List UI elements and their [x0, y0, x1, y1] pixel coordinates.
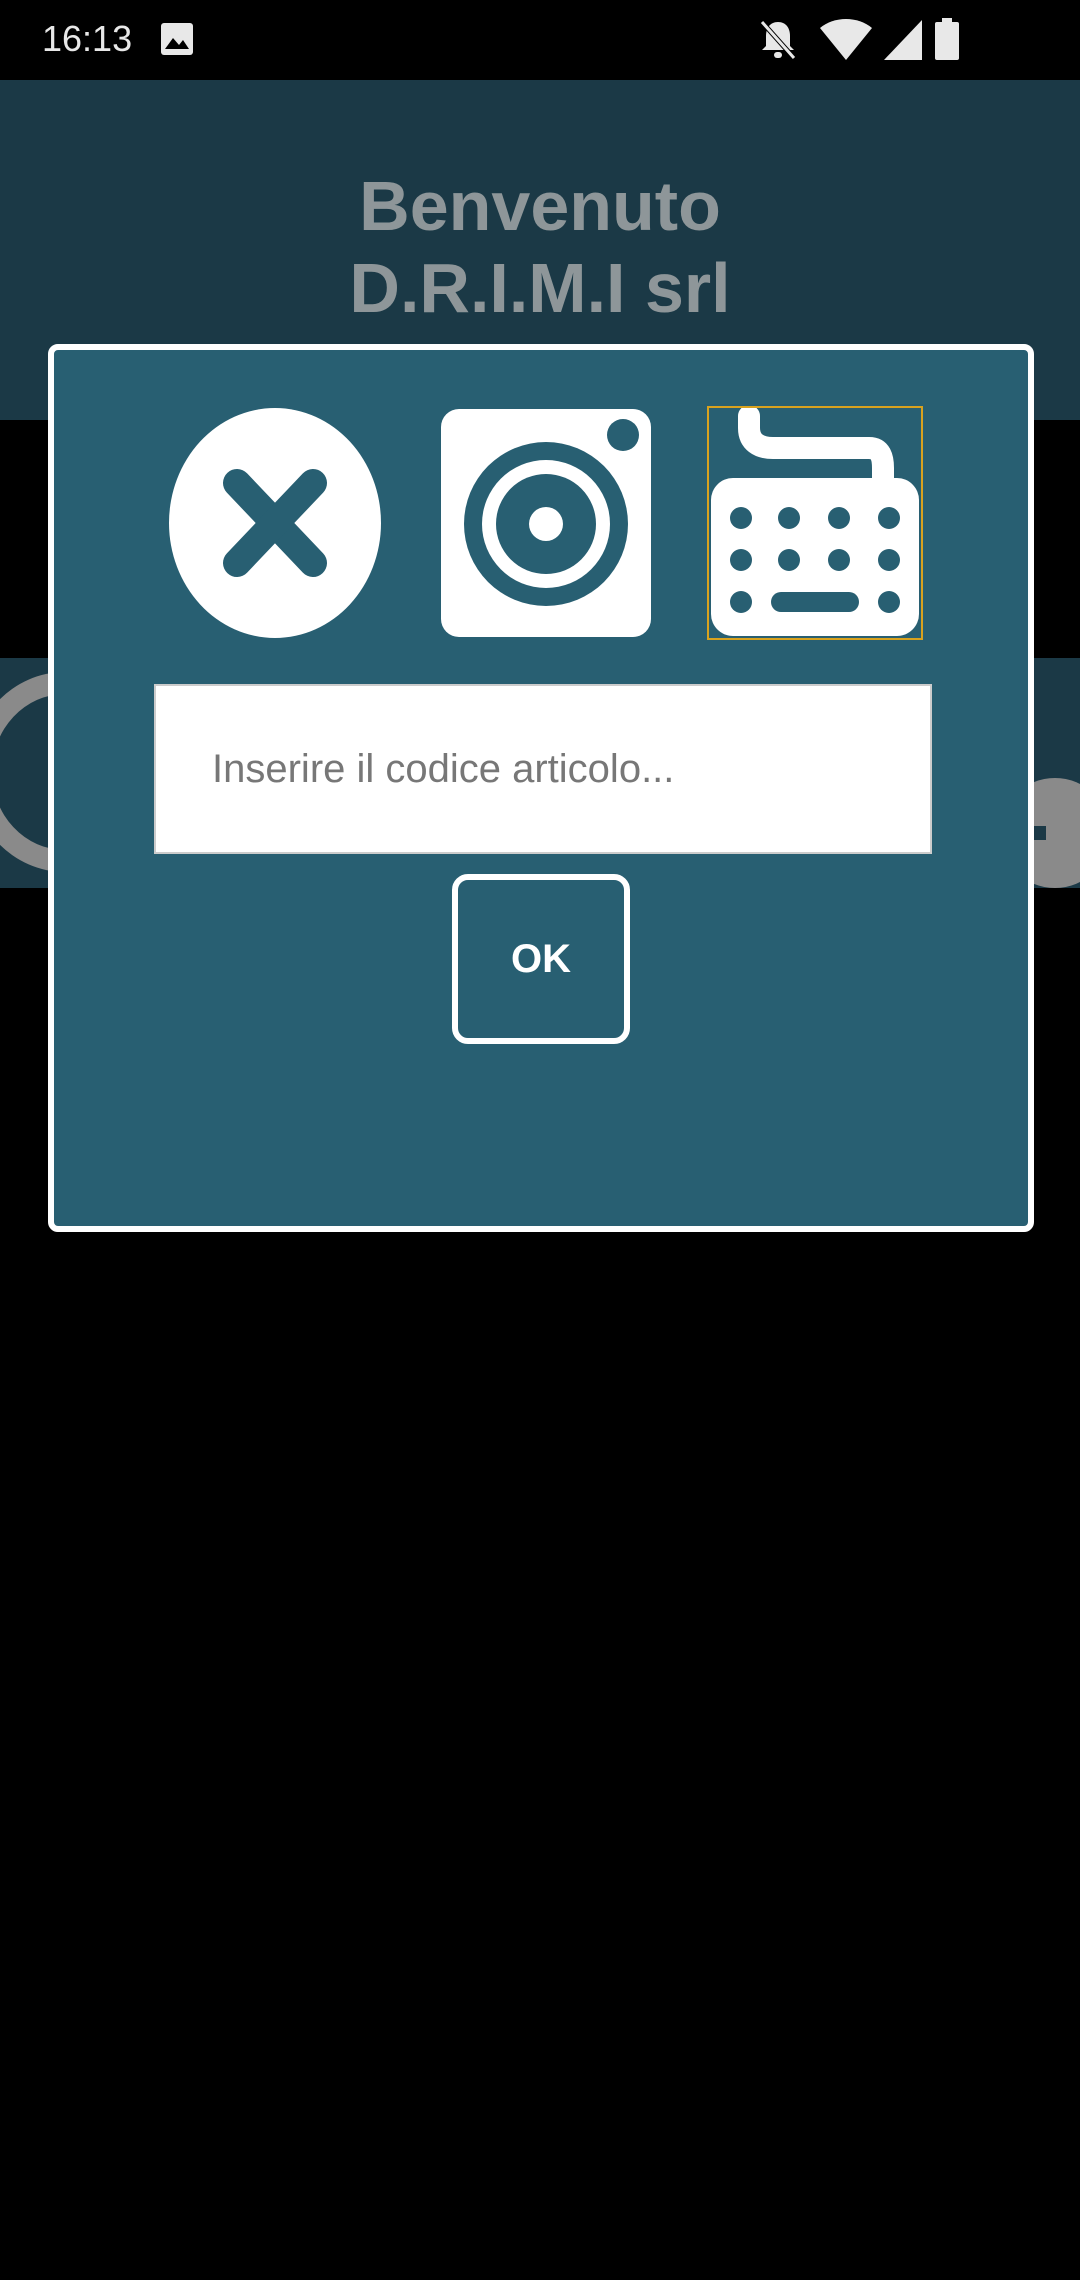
cell-signal-icon: [884, 20, 922, 60]
company-name: D.R.I.M.I srl: [349, 249, 731, 327]
ok-button-label: OK: [511, 936, 571, 981]
battery-icon: [935, 18, 959, 60]
ok-button[interactable]: OK: [452, 874, 630, 1044]
code-entry-dialog: OK: [48, 344, 1034, 1232]
wifi-icon: [820, 19, 872, 60]
close-icon: [169, 408, 381, 638]
do-not-disturb-icon: [760, 20, 796, 60]
close-button[interactable]: [167, 406, 383, 640]
camera-button[interactable]: [438, 406, 654, 640]
keyboard-icon: [711, 408, 919, 636]
welcome-title: Benvenuto: [359, 167, 721, 245]
article-code-input[interactable]: [156, 686, 930, 852]
status-time: 16:13: [42, 18, 133, 59]
article-code-field: [154, 684, 932, 854]
camera-icon: [441, 409, 651, 637]
keyboard-button[interactable]: [707, 406, 923, 640]
status-bar: 16:13: [0, 0, 1080, 80]
gallery-icon: [160, 22, 194, 56]
